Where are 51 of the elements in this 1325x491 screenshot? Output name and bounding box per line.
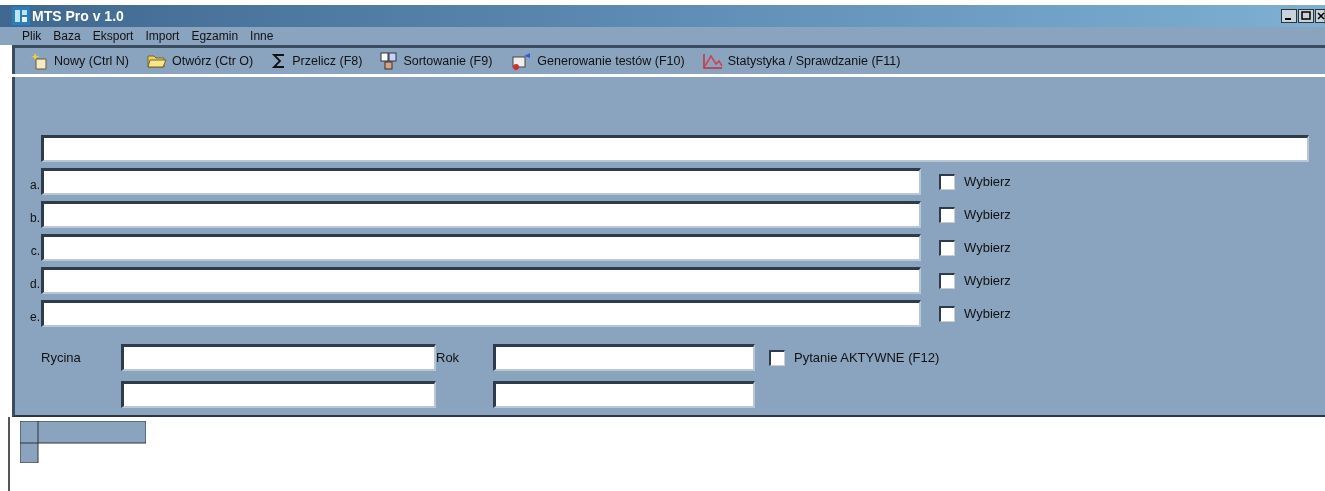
toolbar-button[interactable]: Sortowanie (F9) (380, 52, 493, 70)
menu-item[interactable]: Import (145, 29, 180, 43)
answer-letter: a. (29, 178, 41, 194)
field-label: Rycina (41, 350, 82, 365)
answer-letter: b. (29, 211, 41, 227)
year-field[interactable] (493, 381, 755, 408)
toolbar-button[interactable]: Nowy (Ctrl N) (31, 52, 129, 70)
checkbox[interactable] (939, 206, 955, 223)
answer-field[interactable] (41, 201, 921, 228)
sort-icon (380, 52, 399, 70)
figure-field[interactable] (121, 381, 436, 408)
year-field[interactable] (493, 344, 755, 371)
maximize-icon[interactable] (1298, 9, 1314, 23)
answer-field[interactable] (41, 267, 921, 294)
close-icon[interactable] (1315, 9, 1325, 23)
app-icon (12, 7, 30, 25)
menu-item[interactable]: Baza (53, 29, 81, 43)
field-label: Rok (436, 350, 461, 365)
menu-item[interactable]: Inne (250, 29, 274, 43)
answer-letter: c. (29, 244, 41, 260)
toolbar-button[interactable]: Statystyka / Sprawdzanie (F11) (702, 53, 901, 69)
checkbox-label: Wybierz (964, 306, 1011, 321)
menu-item[interactable]: Eksport (92, 29, 134, 43)
checkbox[interactable] (939, 272, 955, 289)
toolbar-button[interactable]: Przelicz (F8) (271, 53, 363, 69)
checkbox[interactable] (939, 239, 955, 256)
folder-icon (147, 54, 167, 68)
checkbox-label: Wybierz (964, 273, 1011, 288)
question-field[interactable] (41, 135, 1309, 162)
figure-field[interactable] (121, 344, 436, 371)
answer-field[interactable] (41, 300, 921, 327)
checkbox[interactable] (939, 173, 955, 190)
checkbox-label: Wybierz (964, 240, 1011, 255)
answer-field[interactable] (41, 234, 921, 261)
answer-letter: d. (29, 277, 41, 293)
answer-field[interactable] (41, 168, 921, 195)
answer-letter: e. (29, 310, 41, 326)
toolbar-button[interactable]: Generowanie testów (F10) (510, 52, 685, 70)
window-title: MTS Pro v 1.0 (32, 8, 124, 24)
minimize-icon[interactable] (1281, 9, 1297, 23)
generator-icon (510, 52, 533, 70)
new-document-icon (31, 52, 49, 70)
checkbox-label: Pytanie AKTYWNE (F12) (794, 350, 940, 365)
menu-item[interactable]: Plik (22, 29, 42, 43)
checkbox[interactable] (769, 349, 785, 366)
checkbox[interactable] (939, 305, 955, 322)
chart-icon (702, 53, 723, 69)
toolbar-button[interactable]: Otwórz (Ctr O) (147, 54, 254, 68)
checkbox-label: Wybierz (964, 174, 1011, 189)
menu-item[interactable]: Egzamin (191, 29, 239, 43)
checkbox-label: Wybierz (964, 207, 1011, 222)
